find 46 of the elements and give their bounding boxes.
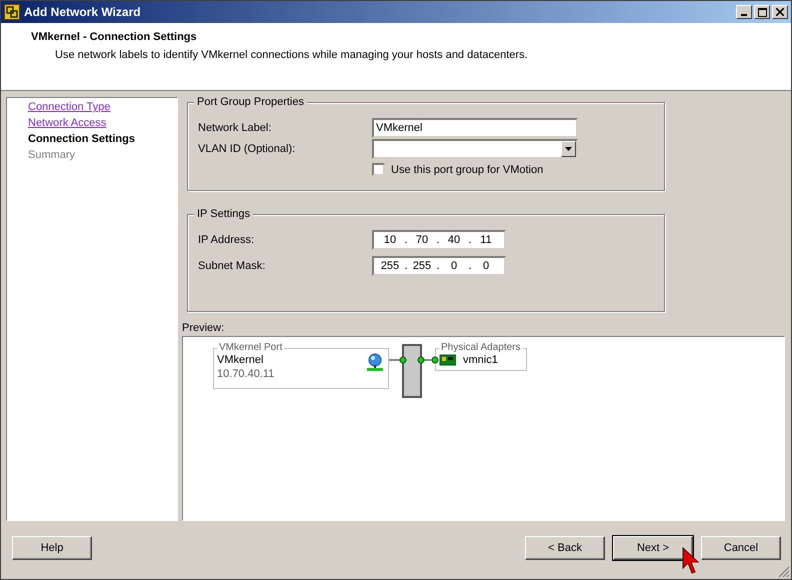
cancel-button[interactable]: Cancel xyxy=(701,536,781,560)
resize-grip-icon xyxy=(778,566,790,578)
field-label: Network Label: xyxy=(198,122,272,134)
next-button[interactable]: Next > xyxy=(613,536,693,560)
field-label: VLAN ID (Optional): xyxy=(198,142,296,154)
adapters-legend: Physical Adapters xyxy=(439,342,522,353)
preview-label: Preview: xyxy=(182,322,224,334)
octet-separator: . xyxy=(435,234,441,246)
checkbox[interactable] xyxy=(372,163,385,176)
checkbox-label: Use this port group for VMotion xyxy=(391,164,544,176)
ip-address-field[interactable]: 10 . 70 . 40 . 11 xyxy=(372,230,506,250)
app-icon xyxy=(4,4,20,20)
window-title: Add Network Wizard xyxy=(24,5,142,19)
close-button[interactable] xyxy=(772,5,788,19)
back-button[interactable]: < Back xyxy=(525,536,605,560)
minimize-button[interactable] xyxy=(736,5,752,19)
maximize-button[interactable] xyxy=(754,5,770,19)
cursor-icon xyxy=(682,547,700,575)
port-ip: 10.70.40.11 xyxy=(217,368,274,380)
octet-separator: . xyxy=(403,234,409,246)
help-button[interactable]: Help xyxy=(12,536,92,560)
step-link[interactable]: Connection Type xyxy=(28,101,110,114)
octet-separator: . xyxy=(467,234,473,246)
close-icon xyxy=(776,8,784,16)
group-legend: Port Group Properties xyxy=(194,96,307,108)
field-label: IP Address: xyxy=(198,234,256,246)
dropdown-arrow-icon xyxy=(565,146,572,150)
vlan-dropdown[interactable] xyxy=(372,138,578,158)
port-name: VMkernel xyxy=(217,354,264,366)
maximize-icon xyxy=(758,8,766,16)
page-title: VMkernel - Connection Settings xyxy=(31,31,198,43)
field-label: Subnet Mask: xyxy=(198,260,266,272)
page-subtitle: Use network labels to identify VMkernel connections while managing your hosts and datacenters. xyxy=(55,49,529,61)
octet-separator: . xyxy=(403,260,409,272)
octet-separator: . xyxy=(467,260,473,272)
step-link[interactable]: Network Access xyxy=(28,117,106,130)
octet-separator: . xyxy=(435,260,441,272)
network-card-icon xyxy=(432,354,456,366)
upcoming-step: Summary xyxy=(28,149,76,162)
network-label-field[interactable]: VMkernel xyxy=(372,118,578,138)
current-step: Connection Settings xyxy=(28,133,135,146)
network-port-icon xyxy=(366,353,384,371)
port-legend: VMkernel Port xyxy=(217,342,284,353)
ip-address-field[interactable]: 255 . 255 . 0 . 0 xyxy=(372,256,506,276)
adapter-name: vmnic1 xyxy=(463,354,498,366)
group-legend: IP Settings xyxy=(194,208,253,220)
